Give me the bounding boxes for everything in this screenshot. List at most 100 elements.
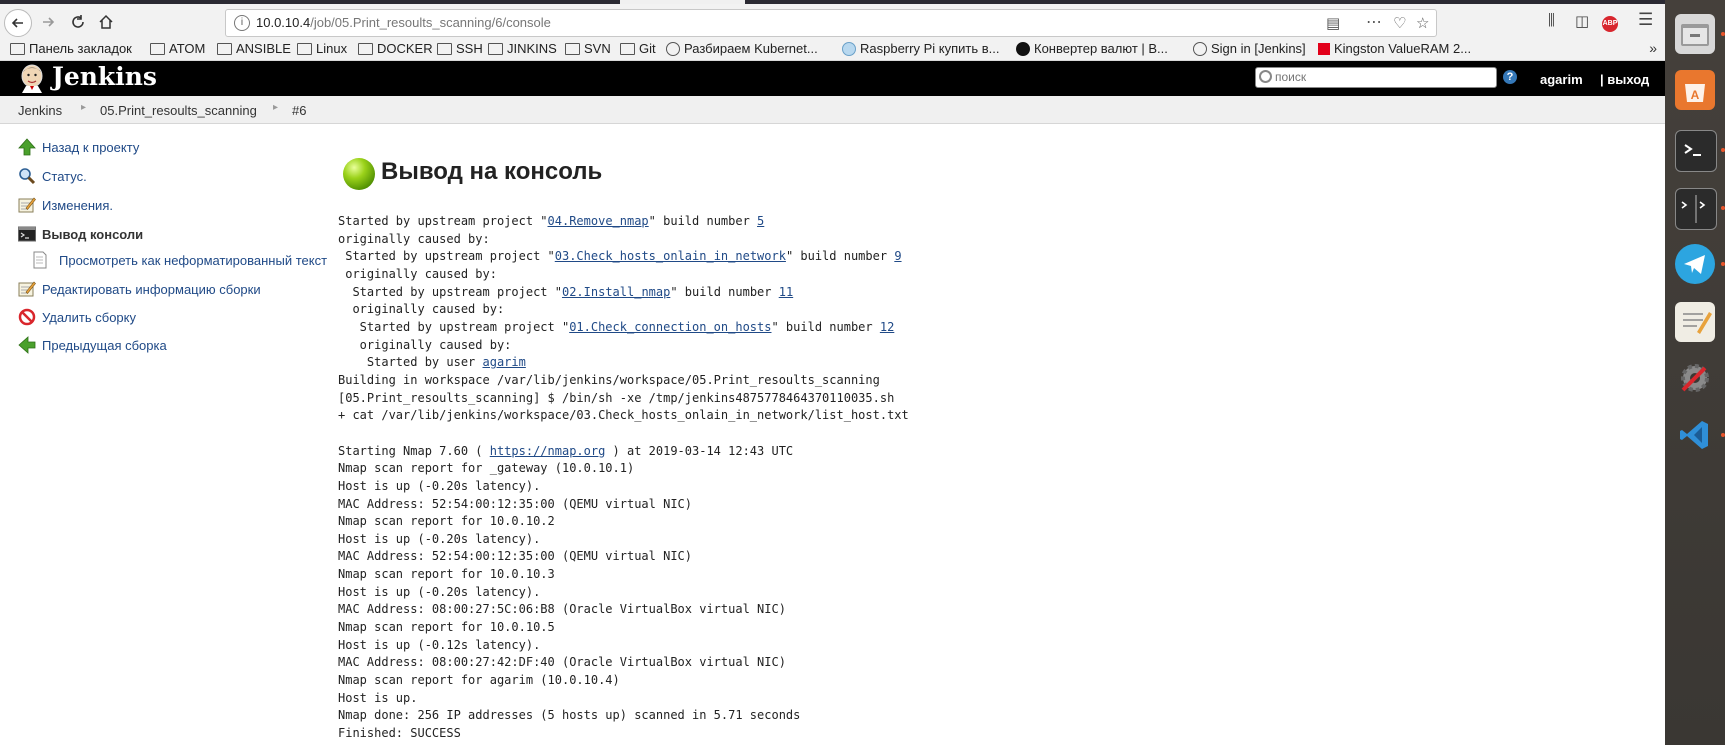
console-link[interactable]: 04.Remove_nmap	[548, 214, 649, 228]
terminal-icon[interactable]	[1675, 130, 1717, 172]
console-text: originally caused by:	[338, 302, 505, 317]
folder-icon	[217, 42, 232, 55]
console-text: Nmap scan report for _gateway (10.0.10.1…	[338, 461, 635, 476]
console-line: Nmap scan report for 10.0.10.2	[338, 513, 909, 531]
adblock-icon[interactable]: ABP	[1602, 16, 1618, 32]
bookmark-item[interactable]: ATOM	[150, 41, 205, 56]
url-text[interactable]: 10.0.10.4/job/05.Print_resoults_scanning…	[256, 15, 551, 30]
bookmark-item[interactable]: Конвертер валют | В...	[1016, 41, 1168, 56]
breadcrumb-build[interactable]: #6	[292, 103, 306, 118]
task-label: Вывод консоли	[42, 226, 144, 242]
breadcrumb-separator-icon[interactable]: ▸	[273, 102, 278, 113]
console-link[interactable]: 02.Install_nmap	[562, 285, 670, 299]
task-status[interactable]: Статус.	[18, 167, 87, 185]
folder-icon	[620, 42, 635, 55]
forward-arrow-icon	[43, 17, 55, 27]
running-indicator	[1721, 32, 1725, 36]
bookmark-item[interactable]: JINKINS	[488, 41, 557, 56]
page-actions-icon[interactable]: ⋯	[1366, 12, 1382, 32]
split-terminal-icon[interactable]	[1675, 188, 1717, 230]
bookmark-item[interactable]: Linux	[297, 41, 347, 56]
reload-button[interactable]	[64, 8, 92, 36]
task-edit-build-info[interactable]: Редактировать информацию сборки	[18, 280, 261, 298]
bookmark-item[interactable]: SVN	[565, 41, 611, 56]
console-link[interactable]: agarim	[483, 355, 526, 369]
console-link[interactable]: 01.Check_connection_on_hosts	[569, 320, 771, 334]
home-icon	[99, 14, 113, 29]
breadcrumb-separator-icon[interactable]: ▸	[81, 102, 86, 113]
console-line: originally caused by:	[338, 301, 909, 319]
console-line: originally caused by:	[338, 266, 909, 284]
address-bar[interactable]: i 10.0.10.4/job/05.Print_resoults_scanni…	[225, 9, 1437, 37]
software-center-icon[interactable]: A	[1675, 70, 1715, 110]
bookmark-item[interactable]: Разбираем Kubernet...	[666, 41, 818, 56]
pocket-icon[interactable]: ♡	[1393, 14, 1406, 32]
task-view-plain-text[interactable]: Просмотреть как неформатированный текст	[31, 251, 327, 269]
bookmark-star-icon[interactable]: ☆	[1416, 14, 1429, 32]
menu-icon[interactable]: ☰	[1638, 10, 1653, 30]
console-line: Nmap done: 256 IP addresses (5 hosts up)…	[338, 707, 909, 725]
console-text: Started by upstream project "	[338, 284, 562, 299]
task-delete-build[interactable]: Удалить сборку	[18, 308, 136, 326]
console-line: ​	[338, 425, 909, 443]
telegram-icon[interactable]	[1675, 244, 1715, 284]
console-link[interactable]: 9	[894, 249, 901, 263]
bookmark-item[interactable]: Raspberry Pi купить в...	[842, 41, 999, 56]
console-link[interactable]: 5	[757, 214, 764, 228]
console-text: MAC Address: 52:54:00:12:35:00 (QEMU vir…	[338, 549, 693, 564]
back-button[interactable]	[4, 9, 32, 37]
bookmark-item[interactable]: Kingston ValueRAM 2...	[1318, 41, 1471, 56]
converter-site-icon	[1016, 41, 1030, 56]
text-editor-icon[interactable]	[1675, 302, 1715, 342]
home-button[interactable]	[92, 8, 120, 36]
console-link[interactable]: 12	[880, 320, 894, 334]
breadcrumb: Jenkins ▸ 05.Print_resoults_scanning ▸ #…	[0, 96, 1665, 124]
console-line: Nmap scan report for 10.0.10.5	[338, 619, 909, 637]
files-icon[interactable]	[1675, 14, 1715, 54]
forward-button[interactable]	[34, 8, 62, 36]
sidebar-icon[interactable]: ◫	[1575, 12, 1589, 30]
console-link[interactable]: https://nmap.org	[490, 444, 606, 458]
search-box[interactable]	[1255, 67, 1497, 88]
task-console-output[interactable]: Вывод консоли	[18, 225, 143, 243]
breadcrumb-job[interactable]: 05.Print_resoults_scanning	[100, 103, 257, 118]
task-label: Редактировать информацию сборки	[42, 281, 261, 297]
console-line: Building in workspace /var/lib/jenkins/w…	[338, 372, 909, 390]
left-arrow-icon	[18, 336, 36, 354]
task-back-to-project[interactable]: Назад к проекту	[18, 138, 139, 156]
console-link[interactable]: 11	[779, 285, 793, 299]
bookmark-item[interactable]: Панель закладок	[10, 41, 132, 56]
more-bookmarks-icon[interactable]: »	[1649, 40, 1657, 56]
vscode-icon[interactable]	[1675, 415, 1715, 455]
console-link[interactable]: 03.Check_hosts_onlain_in_network	[555, 249, 786, 263]
svg-text:A: A	[1691, 88, 1700, 102]
jenkins-butler-icon[interactable]	[18, 63, 46, 93]
bookmark-item[interactable]: Git	[620, 41, 656, 56]
logout-link[interactable]: | выход	[1600, 72, 1649, 87]
help-icon[interactable]: ?	[1503, 70, 1517, 84]
console-text: " build number	[771, 319, 880, 334]
bookmark-item[interactable]: SSH	[437, 41, 483, 56]
bookmark-label: Linux	[316, 41, 348, 56]
settings-icon[interactable]	[1675, 358, 1715, 398]
bookmark-label: Разбираем Kubernet...	[684, 41, 818, 56]
bookmark-item[interactable]: DOCKER	[358, 41, 433, 56]
breadcrumb-jenkins[interactable]: Jenkins	[18, 103, 62, 118]
back-arrow-icon	[11, 18, 23, 28]
search-input[interactable]	[1273, 69, 1492, 85]
bookmark-item[interactable]: ANSIBLE	[217, 41, 291, 56]
library-icon[interactable]: ⫼	[1548, 12, 1555, 29]
console-text: Host is up (-0.20s latency).	[338, 584, 541, 599]
task-label: Просмотреть как неформатированный текст	[59, 252, 328, 268]
user-link[interactable]: agarim	[1540, 72, 1583, 87]
magnifier-icon	[19, 168, 36, 185]
jenkins-title[interactable]: Jenkins	[52, 62, 157, 91]
reader-view-icon[interactable]: ▤	[1326, 14, 1340, 32]
site-info-icon[interactable]: i	[234, 15, 250, 31]
task-changes[interactable]: Изменения.	[18, 196, 113, 214]
console-text: Nmap scan report for 10.0.10.2	[338, 514, 555, 529]
console-line: Host is up (-0.20s latency).	[338, 584, 909, 602]
task-previous-build[interactable]: Предыдущая сборка	[18, 336, 167, 354]
url-path: /job/05.Print_resoults_scanning/6/consol…	[310, 15, 551, 30]
bookmark-item[interactable]: Sign in [Jenkins]	[1193, 41, 1306, 56]
